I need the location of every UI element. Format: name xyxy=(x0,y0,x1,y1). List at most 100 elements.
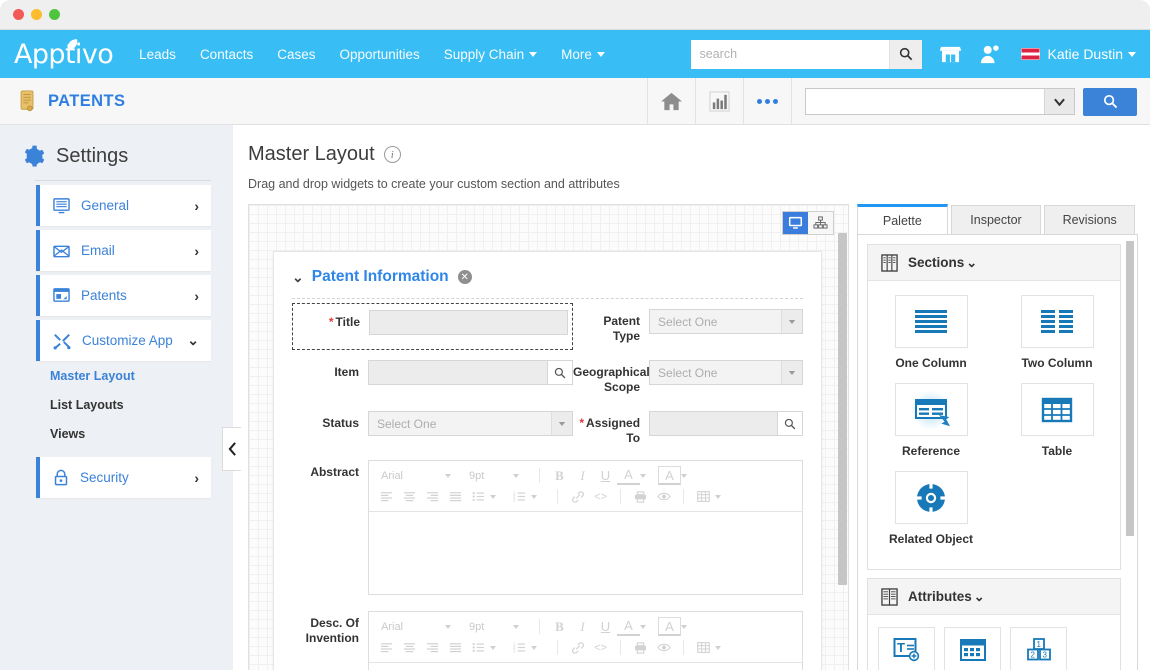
patent-type-select[interactable]: Select One xyxy=(649,309,803,334)
home-icon[interactable] xyxy=(647,78,695,125)
font-family-select[interactable]: Arial xyxy=(375,470,445,482)
section-header[interactable]: ⌄ Patent Information ✕ xyxy=(292,268,803,298)
widget-table[interactable]: Table xyxy=(994,383,1120,458)
tab-revisions[interactable]: Revisions xyxy=(1044,205,1135,234)
info-circle-icon[interactable]: i xyxy=(384,146,401,163)
bold-icon[interactable]: B xyxy=(548,617,571,636)
layout-canvas[interactable]: ⌄ Patent Information ✕ *Title xyxy=(248,204,849,670)
nav-link-contacts[interactable]: Contacts xyxy=(200,47,253,62)
table-icon[interactable] xyxy=(692,638,715,657)
reports-chart-icon[interactable] xyxy=(695,78,743,125)
title-input[interactable] xyxy=(369,310,568,335)
source-code-icon[interactable]: <> xyxy=(589,638,612,657)
link-icon[interactable] xyxy=(566,487,589,506)
canvas-scrollbar[interactable] xyxy=(838,233,847,670)
underline-icon[interactable]: U xyxy=(594,466,617,485)
assigned-to-lookup-button[interactable] xyxy=(777,411,803,436)
nav-link-cases[interactable]: Cases xyxy=(277,47,315,62)
store-icon[interactable] xyxy=(940,45,961,64)
item-lookup-button[interactable] xyxy=(547,360,573,385)
sidebar-subitem-list-layouts[interactable]: List Layouts xyxy=(50,390,233,419)
preview-icon[interactable] xyxy=(652,638,675,657)
font-size-select[interactable]: 9pt xyxy=(463,621,513,633)
abstract-editor-body[interactable] xyxy=(369,512,802,594)
close-circle-icon[interactable]: ✕ xyxy=(458,270,472,284)
align-left-icon[interactable] xyxy=(375,487,398,506)
users-icon[interactable] xyxy=(979,44,1001,64)
align-justify-icon[interactable] xyxy=(444,638,467,657)
highlight-color-icon[interactable]: A xyxy=(658,466,681,485)
sidebar-item-email[interactable]: Email › xyxy=(36,230,211,271)
close-window-button[interactable] xyxy=(13,9,24,20)
desc-of-invention-editor[interactable]: Arial 9pt B I U A xyxy=(368,611,803,670)
sidebar-item-patents[interactable]: Patents › xyxy=(36,275,211,316)
field-status[interactable]: Status Select One xyxy=(292,411,573,446)
tab-palette[interactable]: Palette xyxy=(857,204,948,234)
font-color-icon[interactable]: A xyxy=(617,466,640,485)
nav-link-supply-chain[interactable]: Supply Chain xyxy=(444,47,537,62)
widget-date-field[interactable] xyxy=(944,627,1001,670)
preview-icon[interactable] xyxy=(652,487,675,506)
item-lookup[interactable] xyxy=(368,360,573,385)
italic-icon[interactable]: I xyxy=(571,617,594,636)
sidebar-item-general[interactable]: General › xyxy=(36,185,211,226)
widget-text-field[interactable]: T xyxy=(878,627,935,670)
font-color-icon[interactable]: A xyxy=(617,617,640,636)
app-search-select[interactable] xyxy=(805,88,1075,115)
canvas-scrollbar-thumb[interactable] xyxy=(838,233,847,585)
widget-reference[interactable]: Reference xyxy=(868,383,994,458)
sidebar-item-customize-app[interactable]: Customize App ⌄ xyxy=(36,320,211,361)
geographical-scope-select[interactable]: Select One xyxy=(649,360,803,385)
nav-link-more[interactable]: More xyxy=(561,47,605,62)
sitemap-icon[interactable] xyxy=(808,212,833,234)
align-justify-icon[interactable] xyxy=(444,487,467,506)
table-icon[interactable] xyxy=(692,487,715,506)
assigned-to-input[interactable] xyxy=(649,411,777,436)
nav-link-leads[interactable]: Leads xyxy=(139,47,176,62)
widget-related-object[interactable]: Related Object xyxy=(868,471,994,546)
print-icon[interactable] xyxy=(629,487,652,506)
chevron-down-icon[interactable]: ⌄ xyxy=(292,269,304,286)
widget-number-field[interactable]: 123 xyxy=(1010,627,1067,670)
sidebar-subitem-master-layout[interactable]: Master Layout xyxy=(50,361,233,390)
global-search-input[interactable] xyxy=(691,40,889,69)
palette-scrollbar-thumb[interactable] xyxy=(1126,241,1134,536)
field-patent-type[interactable]: Patent Type Select One xyxy=(573,309,803,344)
align-left-icon[interactable] xyxy=(375,638,398,657)
global-search-button[interactable] xyxy=(889,40,922,69)
nav-link-opportunities[interactable]: Opportunities xyxy=(339,47,419,62)
link-icon[interactable] xyxy=(566,638,589,657)
attributes-group-header[interactable]: Attributes ⌄ xyxy=(868,579,1120,615)
sidebar-subitem-views[interactable]: Views xyxy=(50,419,233,448)
abstract-editor[interactable]: Arial 9pt B I U A xyxy=(368,460,803,595)
desc-of-invention-editor-body[interactable] xyxy=(369,663,802,670)
numbered-list-icon[interactable]: 123 xyxy=(508,487,531,506)
sidebar-item-security[interactable]: Security › xyxy=(36,457,211,498)
user-menu[interactable]: Katie Dustin xyxy=(1021,46,1136,62)
minimize-window-button[interactable] xyxy=(31,9,42,20)
more-dots-icon[interactable] xyxy=(743,78,791,125)
bullet-list-icon[interactable] xyxy=(467,638,490,657)
print-icon[interactable] xyxy=(629,638,652,657)
assigned-to-lookup[interactable] xyxy=(649,411,803,436)
source-code-icon[interactable]: <> xyxy=(589,487,612,506)
numbered-list-icon[interactable]: 123 xyxy=(508,638,531,657)
align-right-icon[interactable] xyxy=(421,638,444,657)
palette-scrollbar[interactable] xyxy=(1126,241,1134,628)
field-title[interactable]: *Title xyxy=(292,303,573,350)
italic-icon[interactable]: I xyxy=(571,466,594,485)
widget-one-column[interactable]: One Column xyxy=(868,295,994,370)
maximize-window-button[interactable] xyxy=(49,9,60,20)
font-size-select[interactable]: 9pt xyxy=(463,470,513,482)
item-input[interactable] xyxy=(368,360,547,385)
font-family-select[interactable]: Arial xyxy=(375,621,445,633)
highlight-color-icon[interactable]: A xyxy=(658,617,681,636)
sidebar-collapse-button[interactable] xyxy=(222,427,241,471)
field-assigned-to[interactable]: *Assigned To xyxy=(573,411,803,446)
app-search-button[interactable] xyxy=(1083,88,1137,116)
align-right-icon[interactable] xyxy=(421,487,444,506)
bullet-list-icon[interactable] xyxy=(467,487,490,506)
desktop-icon[interactable] xyxy=(783,212,808,234)
field-item[interactable]: Item xyxy=(292,360,573,395)
widget-two-column[interactable]: Two Column xyxy=(994,295,1120,370)
